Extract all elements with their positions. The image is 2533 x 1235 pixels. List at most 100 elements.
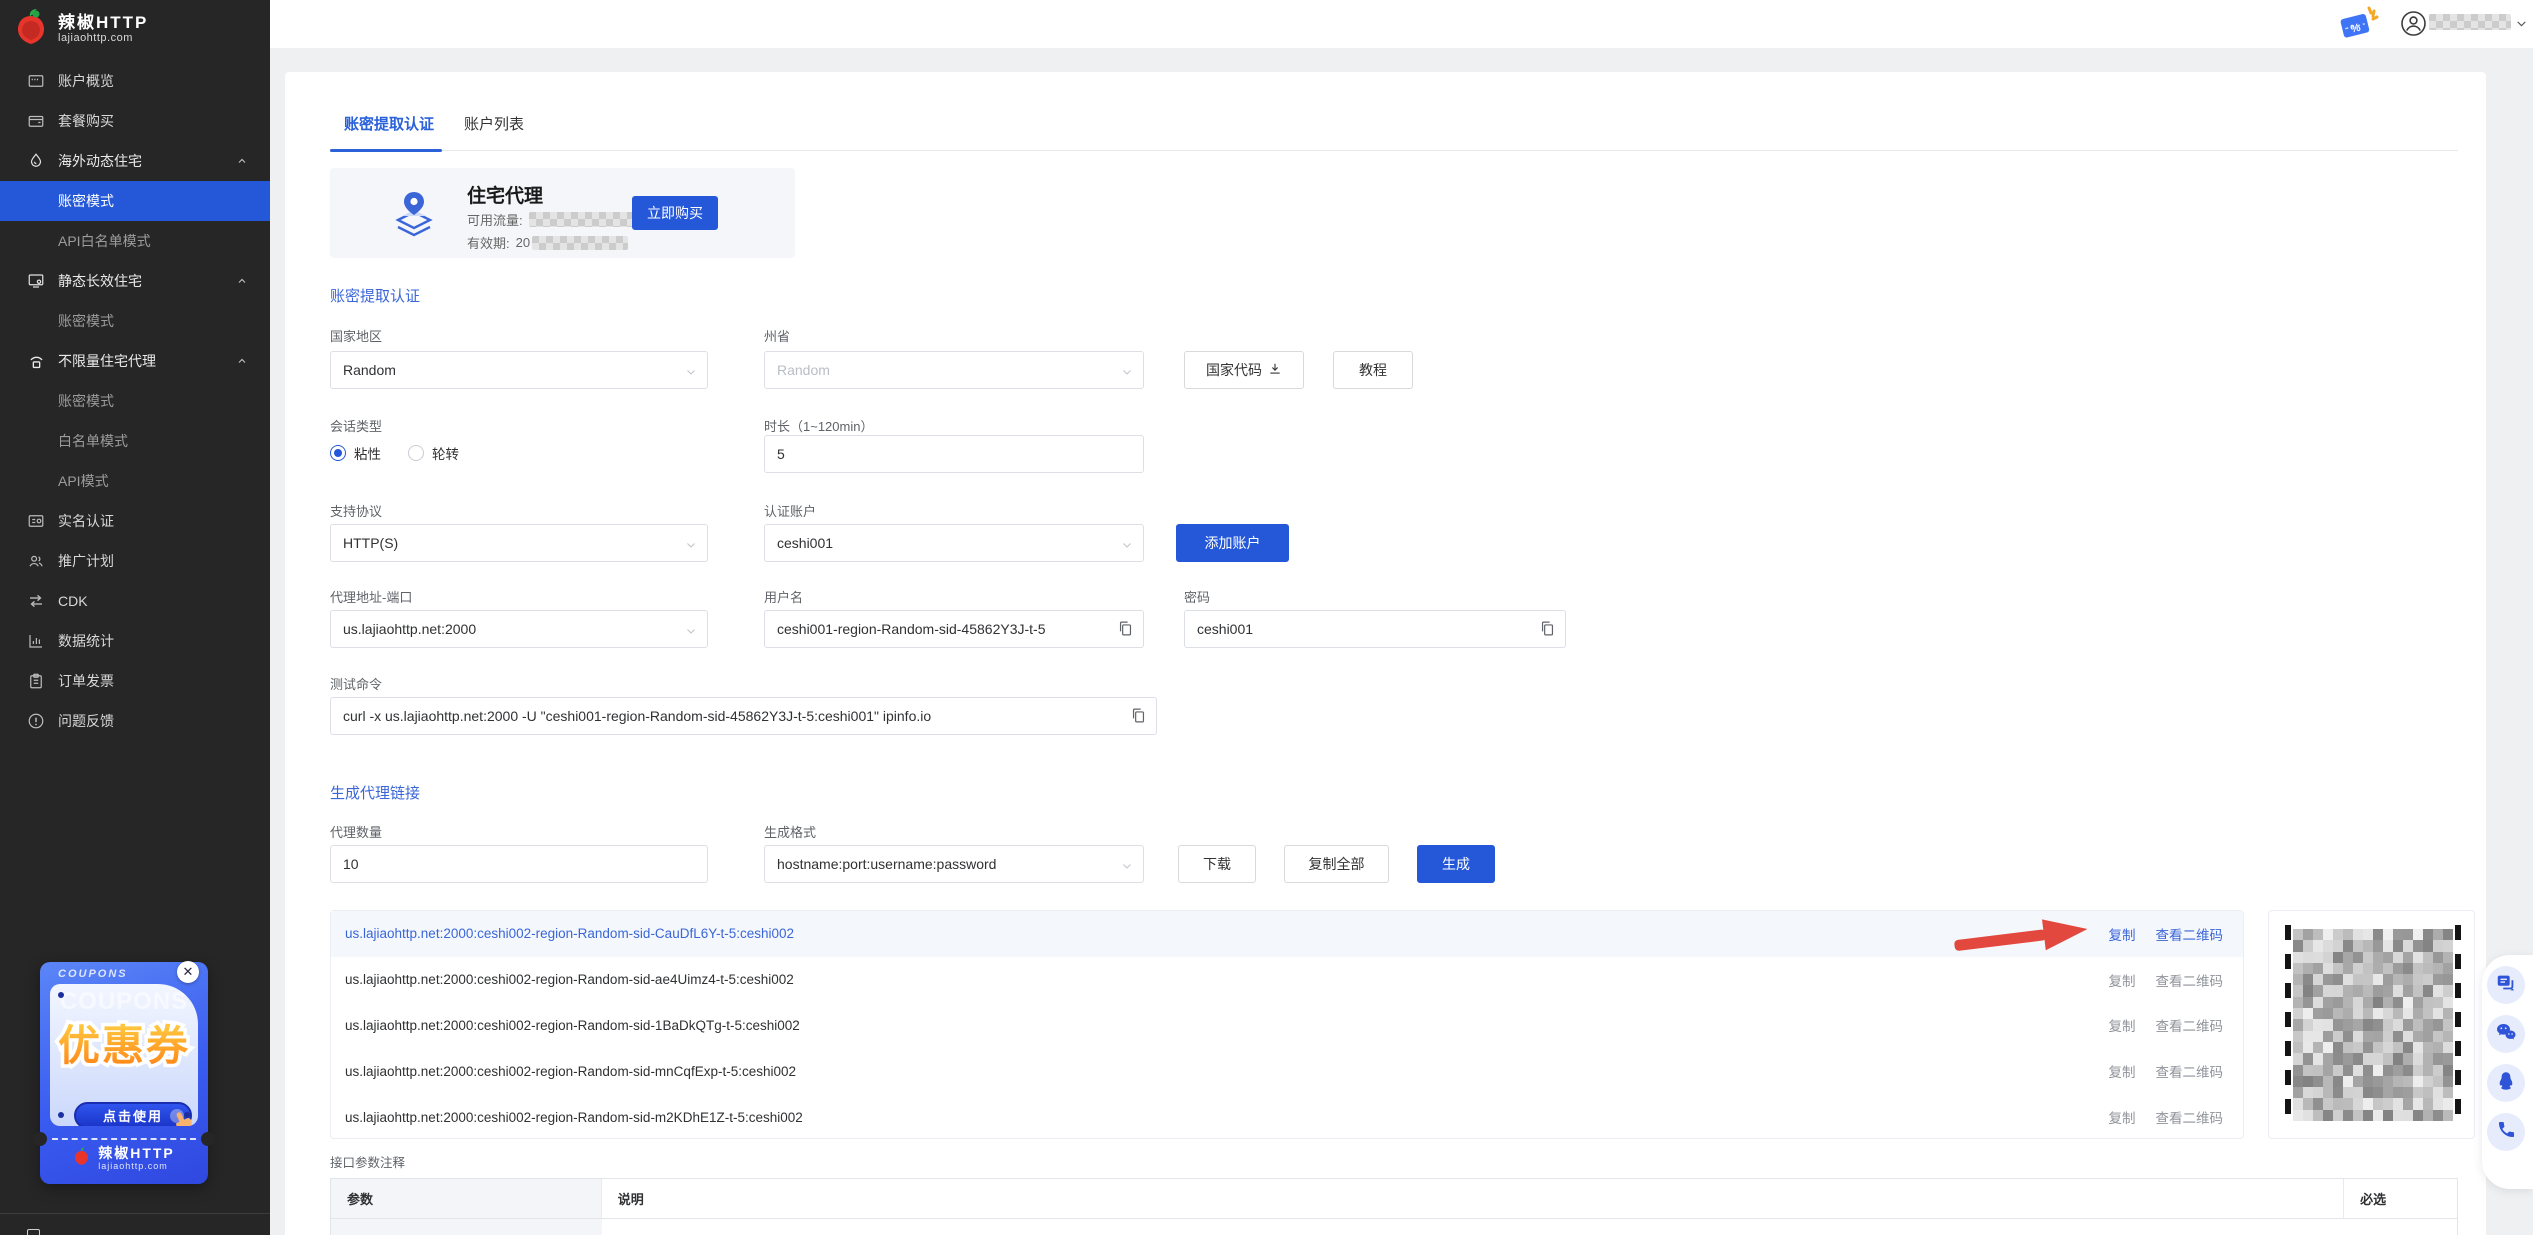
chevron-up-icon[interactable] <box>236 354 248 370</box>
download-button[interactable]: 下载 <box>1178 845 1256 883</box>
overview-icon <box>26 71 46 91</box>
sidebar-item-package-purchase[interactable]: 套餐购买 <box>0 101 270 141</box>
sidebar-item-invoice[interactable]: 订单发票 <box>0 661 270 701</box>
test-command-input[interactable] <box>330 697 1157 735</box>
section-title-credential-extract[interactable]: 账密提取认证 <box>330 285 420 306</box>
duration-field <box>764 435 1144 473</box>
phone-button[interactable] <box>2487 1113 2525 1151</box>
chevron-up-icon[interactable] <box>236 154 248 170</box>
state-select[interactable]: Random <box>764 351 1144 389</box>
header-param: 参数 <box>331 1179 602 1218</box>
user-avatar-icon[interactable] <box>2400 10 2427 42</box>
duration-input[interactable] <box>764 435 1144 473</box>
session-rotate-option[interactable]: 轮转 <box>408 443 459 463</box>
view-qr-link[interactable]: 查看二维码 <box>2156 1015 2224 1035</box>
sidebar-item-static-residential[interactable]: 静态长效住宅 <box>0 261 270 301</box>
brand-domain: lajiaohttp.com <box>58 32 148 44</box>
qq-button[interactable] <box>2487 1064 2525 1102</box>
chevron-down-icon <box>685 538 697 554</box>
coupon-title: 优惠券 优惠券 <box>50 1012 198 1073</box>
coupon-ticket-icon[interactable]: % <box>2336 4 2380 49</box>
proxy-url[interactable]: us.lajiaohttp.net:2000:ceshi002-region-R… <box>345 972 794 987</box>
proxy-url[interactable]: us.lajiaohttp.net:2000:ceshi002-region-R… <box>345 926 794 941</box>
coupon-tag: COUPONS <box>58 968 128 980</box>
view-qr-link[interactable]: 查看二维码 <box>2156 970 2224 990</box>
proxy-row[interactable]: us.lajiaohttp.net:2000:ceshi002-region-R… <box>331 1003 2243 1049</box>
chevron-up-icon[interactable] <box>236 274 248 290</box>
banner-traffic-row: 可用流量: <box>467 210 641 229</box>
sidebar-item-cdk[interactable]: CDK <box>0 581 270 621</box>
state-label: 州省 <box>764 326 790 345</box>
close-icon[interactable]: ✕ <box>177 961 199 983</box>
copy-icon[interactable] <box>1130 706 1147 730</box>
header-description: 说明 <box>602 1179 2344 1218</box>
tutorial-button[interactable]: 教程 <box>1333 351 1413 389</box>
section-title-generate-links[interactable]: 生成代理链接 <box>330 782 420 803</box>
params-table: 参数 说明 必选 <box>330 1178 2458 1235</box>
sidebar-item-statistics[interactable]: 数据统计 <box>0 621 270 661</box>
layered-pin-icon <box>386 186 442 247</box>
copy-icon[interactable] <box>1117 619 1134 643</box>
generate-button[interactable]: 生成 <box>1417 845 1495 883</box>
sidebar-item-credential-mode-static[interactable]: 账密模式 <box>0 301 270 341</box>
view-qr-link[interactable]: 查看二维码 <box>2156 1061 2224 1081</box>
radio-unselected-icon[interactable] <box>408 445 424 461</box>
sidebar-item-credential-mode-unlimited[interactable]: 账密模式 <box>0 381 270 421</box>
sidebar-item-account-overview[interactable]: 账户概览 <box>0 61 270 101</box>
chevron-down-icon[interactable] <box>2515 17 2528 35</box>
id-card-icon <box>26 511 46 531</box>
wechat-button[interactable] <box>2487 1015 2525 1053</box>
sidebar-item-credential-mode-active[interactable]: 账密模式 <box>0 181 270 221</box>
chevron-down-icon <box>685 365 697 381</box>
sidebar-item-realname-auth[interactable]: 实名认证 <box>0 501 270 541</box>
sidebar-item-whitelist-mode[interactable]: 白名单模式 <box>0 421 270 461</box>
sidebar-item-feedback[interactable]: 问题反馈 <box>0 701 270 741</box>
proxy-host-select[interactable]: us.lajiaohttp.net:2000 <box>330 610 708 648</box>
radio-selected-icon[interactable] <box>330 445 346 461</box>
qr-code-blur <box>2293 929 2453 1121</box>
copy-link[interactable]: 复制 <box>2109 924 2136 944</box>
sidebar-item-api-mode[interactable]: API模式 <box>0 461 270 501</box>
copy-link[interactable]: 复制 <box>2109 1015 2136 1035</box>
download-icon <box>1268 362 1282 379</box>
copy-link[interactable]: 复制 <box>2109 1061 2136 1081</box>
add-account-button[interactable]: 添加账户 <box>1176 524 1289 562</box>
proxy-host-label: 代理地址-端口 <box>330 587 412 606</box>
password-input[interactable] <box>1184 610 1566 648</box>
phone-icon <box>2496 1119 2517 1145</box>
proxy-row[interactable]: us.lajiaohttp.net:2000:ceshi002-region-R… <box>331 1048 2243 1094</box>
tab-account-list[interactable]: 账户列表 <box>464 113 524 134</box>
sidebar-item-referral-plan[interactable]: 推广计划 <box>0 541 270 581</box>
sidebar-item-api-whitelist-mode[interactable]: API白名单模式 <box>0 221 270 261</box>
sidebar-item-unlimited-residential[interactable]: 不限量住宅代理 <box>0 341 270 381</box>
username-input[interactable] <box>764 610 1144 648</box>
copy-icon[interactable] <box>1539 619 1556 643</box>
view-qr-link[interactable]: 查看二维码 <box>2156 924 2224 944</box>
water-drop-icon <box>26 151 46 171</box>
proxy-url[interactable]: us.lajiaohttp.net:2000:ceshi002-region-R… <box>345 1064 796 1079</box>
tab-credential-extract[interactable]: 账密提取认证 <box>344 113 434 134</box>
session-sticky-option[interactable]: 粘性 <box>330 443 381 463</box>
copy-link[interactable]: 复制 <box>2109 1107 2136 1127</box>
proxy-row[interactable]: us.lajiaohttp.net:2000:ceshi002-region-R… <box>331 1094 2243 1140</box>
country-select[interactable]: Random <box>330 351 708 389</box>
brand-logo[interactable]: 辣椒HTTP lajiaohttp.com <box>14 7 148 50</box>
country-label: 国家地区 <box>330 326 382 345</box>
buy-now-button[interactable]: 立即购买 <box>632 196 718 230</box>
proxy-url[interactable]: us.lajiaohttp.net:2000:ceshi002-region-R… <box>345 1018 800 1033</box>
proxy-count-field <box>330 845 708 883</box>
brand-name: 辣椒HTTP <box>58 13 148 32</box>
sidebar-item-overseas-dynamic[interactable]: 海外动态住宅 <box>0 141 270 181</box>
online-chat-button[interactable] <box>2487 966 2525 1004</box>
copy-all-button[interactable]: 复制全部 <box>1284 845 1389 883</box>
proxy-url[interactable]: us.lajiaohttp.net:2000:ceshi002-region-R… <box>345 1110 803 1125</box>
proxy-count-input[interactable] <box>330 845 708 883</box>
format-select[interactable]: hostname:port:username:password <box>764 845 1144 883</box>
auth-account-select[interactable]: ceshi001 <box>764 524 1144 562</box>
country-code-button[interactable]: 国家代码 <box>1184 351 1304 389</box>
copy-link[interactable]: 复制 <box>2109 970 2136 990</box>
floating-contact-panel <box>2482 955 2533 1189</box>
protocol-select[interactable]: HTTP(S) <box>330 524 708 562</box>
use-coupon-button[interactable]: 点击使用 <box>74 1102 192 1126</box>
view-qr-link[interactable]: 查看二维码 <box>2156 1107 2224 1127</box>
